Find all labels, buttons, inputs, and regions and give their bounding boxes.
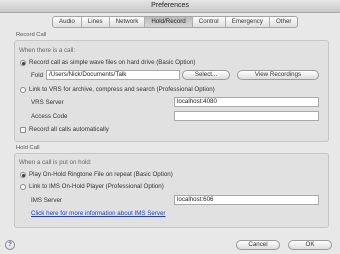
ims-server-field[interactable]: localhost:606 [174,195,319,205]
tab-other[interactable]: Other [270,17,297,27]
record-call-heading: When there is a call: [19,47,76,54]
record-call-group-label: Record Call [16,32,47,38]
record-vrs-radio[interactable] [20,87,26,93]
tab-hold-record[interactable]: Hold/Record [145,17,193,27]
record-call-group: When there is a call: Record call as sim… [14,40,329,142]
record-simple-label[interactable]: Record call as simple wave files on hard… [29,59,195,66]
view-recordings-button[interactable]: View Recordings [237,70,319,80]
record-all-checkbox[interactable] [20,127,26,133]
ims-server-label: IMS Server [31,197,62,204]
cancel-button[interactable]: Cancel [236,240,280,250]
help-button[interactable]: ? [5,240,15,250]
record-all-label[interactable]: Record all calls automatically [29,126,109,133]
tab-lines[interactable]: Lines [82,17,110,27]
tab-bar: Audio Lines Network Hold/Record Control … [52,16,299,28]
hold-play-label[interactable]: Play On-Hold Ringtone File on repeat (Ba… [29,171,173,178]
record-vrs-label[interactable]: Link to VRS for archive, compress and se… [29,86,215,93]
select-folder-button[interactable]: Select... [182,70,230,80]
ims-info-link[interactable]: Click here for more information about IM… [31,210,165,217]
hold-ims-radio[interactable] [20,184,26,190]
record-simple-radio[interactable] [20,60,26,66]
ok-button[interactable]: OK [288,240,332,250]
folder-label: Fold [31,72,44,79]
tab-control[interactable]: Control [193,17,226,27]
hold-ims-label[interactable]: Link to IMS On-Hold Player (Professional… [29,183,164,190]
window-title: Preferences [0,0,340,13]
hold-call-group: When a call is put on hold: Play On-Hold… [14,153,329,228]
tab-emergency[interactable]: Emergency [226,17,270,27]
hold-call-heading: When a call is put on hold: [19,159,92,166]
tab-network[interactable]: Network [110,17,146,27]
hold-call-group-label: Hold Call [16,145,40,151]
vrs-server-field[interactable]: localhost:4080 [174,97,319,107]
tab-audio[interactable]: Audio [53,17,82,27]
vrs-server-label: VRS Server [31,99,64,106]
access-code-label: Access Code [31,113,68,120]
hold-play-radio[interactable] [20,172,26,178]
access-code-field[interactable] [174,111,319,121]
folder-path-field[interactable]: /Users/Nick/Documents/Talk [46,70,180,80]
